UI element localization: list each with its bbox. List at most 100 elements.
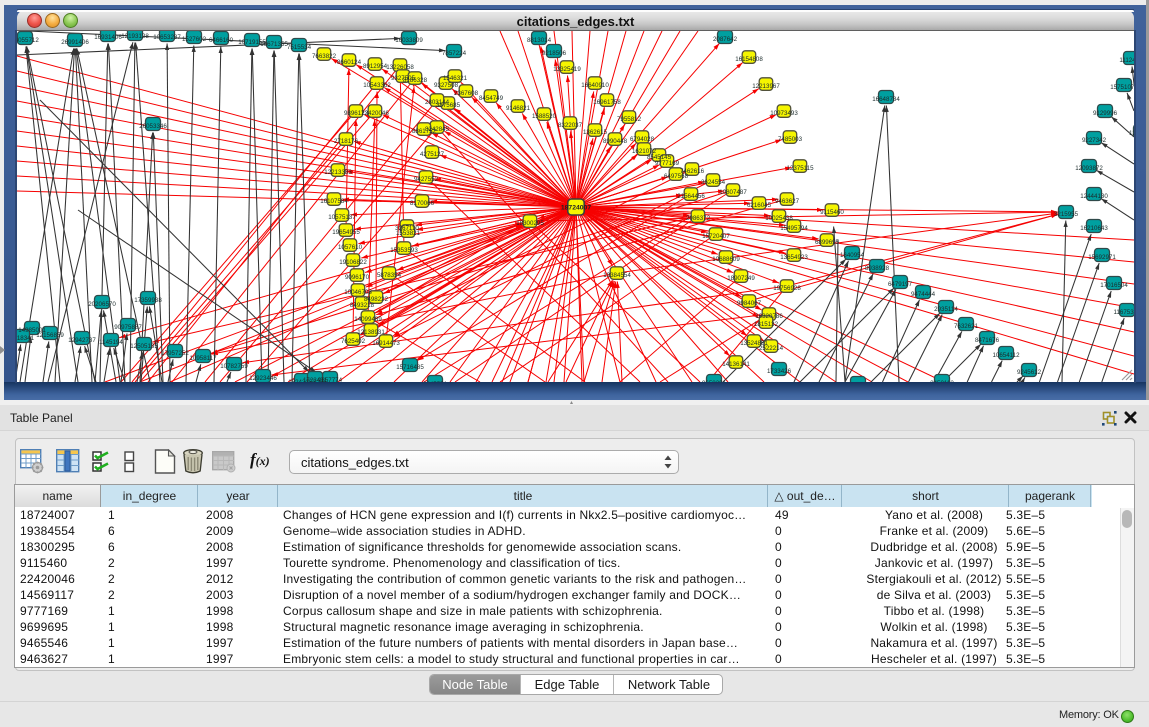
svg-text:12505135: 12505135 xyxy=(130,343,158,350)
svg-text:12193128: 12193128 xyxy=(121,33,149,40)
svg-text:15353593: 15353593 xyxy=(390,247,418,254)
svg-text:8170066: 8170066 xyxy=(410,200,435,207)
svg-text:1815132: 1815132 xyxy=(754,321,779,328)
svg-text:2718176: 2718176 xyxy=(334,138,359,145)
svg-text:16154808: 16154808 xyxy=(735,56,763,63)
svg-text:19756928: 19756928 xyxy=(773,285,801,292)
svg-text:12213967: 12213967 xyxy=(752,83,780,90)
svg-text:8471676: 8471676 xyxy=(975,337,1000,344)
svg-text:8861752: 8861752 xyxy=(412,128,437,135)
svg-text:8322037: 8322037 xyxy=(558,122,583,129)
svg-text:3918341: 3918341 xyxy=(17,335,35,342)
svg-text:1542366: 1542366 xyxy=(1133,159,1134,166)
svg-text:9115460: 9115460 xyxy=(820,209,844,216)
svg-text:1553821: 1553821 xyxy=(396,230,421,237)
svg-text:1527602: 1527602 xyxy=(182,36,207,43)
svg-text:16961758: 16961758 xyxy=(593,99,621,106)
svg-text:10654112: 10654112 xyxy=(992,352,1020,359)
svg-text:15751074: 15751074 xyxy=(1110,84,1134,91)
svg-text:8454749: 8454749 xyxy=(479,95,504,102)
svg-text:6216045: 6216045 xyxy=(747,202,772,209)
svg-text:9245612: 9245612 xyxy=(1017,369,1042,376)
svg-text:13226058: 13226058 xyxy=(386,64,414,71)
svg-text:15692971: 15692971 xyxy=(1088,254,1116,261)
svg-text:6899695: 6899695 xyxy=(815,239,840,246)
svg-text:12093872: 12093872 xyxy=(1075,165,1103,172)
svg-text:18300295: 18300295 xyxy=(516,220,544,227)
svg-text:14099489: 14099489 xyxy=(354,316,382,323)
svg-text:6497568: 6497568 xyxy=(664,173,689,180)
svg-text:2803144: 2803144 xyxy=(425,99,450,106)
svg-text:16914473: 16914473 xyxy=(372,340,400,347)
svg-text:16640910: 16640910 xyxy=(581,82,609,89)
svg-text:1362615: 1362615 xyxy=(583,129,608,136)
svg-text:10025438: 10025438 xyxy=(765,215,793,222)
svg-text:21564456: 21564456 xyxy=(677,193,705,200)
svg-text:1546321: 1546321 xyxy=(443,75,468,82)
svg-text:9227342: 9227342 xyxy=(1082,137,1107,144)
svg-text:10046708: 10046708 xyxy=(344,289,372,296)
svg-text:6479197: 6479197 xyxy=(888,281,913,288)
svg-text:7955812: 7955812 xyxy=(617,116,642,123)
svg-text:7857224: 7857224 xyxy=(442,50,467,57)
svg-text:12923446: 12923446 xyxy=(249,375,277,382)
svg-text:12138931: 12138931 xyxy=(357,329,385,336)
svg-text:18907249: 18907249 xyxy=(727,275,755,282)
svg-text:2450112: 2450112 xyxy=(930,380,954,382)
svg-text:1112480: 1112480 xyxy=(1119,57,1134,64)
svg-text:10782759: 10782759 xyxy=(220,363,248,370)
svg-text:12375115: 12375115 xyxy=(786,165,814,172)
svg-text:12444130: 12444130 xyxy=(1080,193,1108,200)
svg-text:9777169: 9777169 xyxy=(655,160,680,167)
svg-text:9327508: 9327508 xyxy=(434,82,459,89)
svg-text:17016504: 17016504 xyxy=(1100,282,1128,289)
svg-text:15716485: 15716485 xyxy=(396,364,424,371)
svg-text:12213383: 12213383 xyxy=(324,169,352,176)
svg-text:9474444: 9474444 xyxy=(911,291,936,298)
svg-text:16033809: 16033809 xyxy=(395,37,423,44)
svg-text:16107584: 16107584 xyxy=(320,198,348,205)
svg-text:8186328: 8186328 xyxy=(403,77,428,84)
svg-text:10807487: 10807487 xyxy=(719,189,747,196)
svg-text:12942737: 12942737 xyxy=(68,337,96,344)
svg-text:14136141: 14136141 xyxy=(722,361,750,368)
svg-text:9129996: 9129996 xyxy=(1093,110,1118,117)
svg-text:8938928: 8938928 xyxy=(865,265,890,272)
svg-text:7485003: 7485003 xyxy=(778,136,803,143)
svg-text:18724007: 18724007 xyxy=(561,204,591,211)
svg-text:10958117: 10958117 xyxy=(189,355,217,362)
svg-text:8912954: 8912954 xyxy=(363,63,388,70)
svg-text:9427552: 9427552 xyxy=(414,176,439,183)
svg-text:1057610: 1057610 xyxy=(338,244,363,251)
svg-text:11675312: 11675312 xyxy=(1113,309,1134,316)
svg-text:10575137: 10575137 xyxy=(328,214,356,221)
svg-text:16320786: 16320786 xyxy=(755,313,783,320)
svg-text:9218506: 9218506 xyxy=(542,50,567,57)
svg-text:8990448: 8990448 xyxy=(603,138,628,145)
svg-text:3215955: 3215955 xyxy=(1054,211,1079,218)
svg-text:13325419: 13325419 xyxy=(553,66,581,73)
svg-text:8813014: 8813014 xyxy=(527,37,552,44)
svg-text:16931406: 16931406 xyxy=(94,34,122,41)
svg-text:19106822: 19106822 xyxy=(339,259,367,266)
svg-text:15720407: 15720407 xyxy=(702,233,730,240)
svg-text:7663822: 7663822 xyxy=(312,53,337,60)
svg-text:2522214: 2522214 xyxy=(759,345,784,352)
svg-text:14055712: 14055712 xyxy=(17,37,39,44)
svg-text:1723431: 1723431 xyxy=(303,377,328,382)
svg-text:5878354: 5878354 xyxy=(377,272,402,279)
svg-text:9896172: 9896172 xyxy=(344,110,369,117)
svg-text:90975887: 90975887 xyxy=(114,324,142,331)
svg-text:19384554: 19384554 xyxy=(603,272,631,279)
svg-text:2087642: 2087642 xyxy=(713,36,738,43)
svg-text:7625402: 7625402 xyxy=(341,338,366,345)
svg-text:2367608: 2367608 xyxy=(454,90,479,97)
svg-text:1145194: 1145194 xyxy=(99,339,123,346)
svg-text:15495794: 15495794 xyxy=(780,225,808,232)
svg-text:2935114: 2935114 xyxy=(934,306,958,313)
svg-text:3624554: 3624554 xyxy=(701,179,726,186)
svg-text:12156859: 12156859 xyxy=(36,332,64,339)
svg-text:1733426: 1733426 xyxy=(767,368,792,375)
svg-text:4275127: 4275127 xyxy=(420,151,445,158)
svg-text:16648784: 16648784 xyxy=(872,96,900,103)
